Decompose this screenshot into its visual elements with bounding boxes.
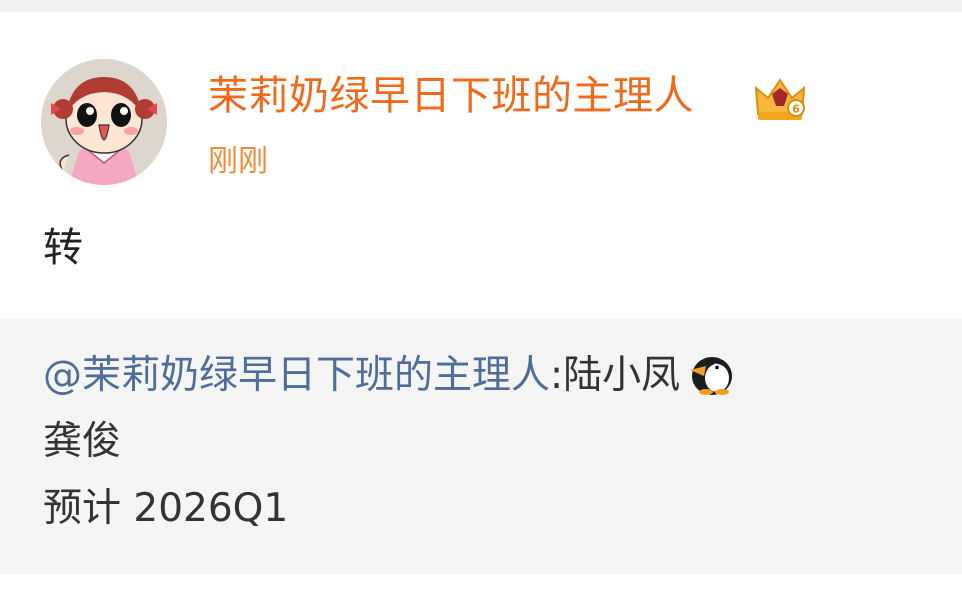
- penguin-icon: [684, 350, 736, 396]
- bottom-divider: [0, 574, 962, 594]
- repost-first-line: @茉莉奶绿早日下班的主理人:陆小凤: [43, 349, 736, 403]
- post-text: 转: [43, 225, 83, 271]
- reposted-content[interactable]: @茉莉奶绿早日下班的主理人:陆小凤 龚俊 预计 2026Q1: [0, 319, 962, 574]
- mention-link[interactable]: @茉莉奶绿早日下班的主理人: [43, 353, 550, 398]
- post-timestamp: 刚刚: [208, 144, 268, 179]
- post-card: 茉莉奶绿早日下班的主理人 6 刚刚 转: [0, 12, 962, 319]
- repost-text-line2: 龚俊: [43, 419, 122, 464]
- avatar[interactable]: [41, 59, 167, 185]
- repost-text-line1: :陆小凤: [550, 353, 681, 398]
- top-divider: [0, 0, 962, 12]
- repost-text-line3: 预计 2026Q1: [43, 486, 289, 531]
- author-name[interactable]: 茉莉奶绿早日下班的主理人: [208, 72, 694, 120]
- svg-text:6: 6: [792, 103, 800, 116]
- crown-level-badge-icon[interactable]: 6: [752, 74, 808, 124]
